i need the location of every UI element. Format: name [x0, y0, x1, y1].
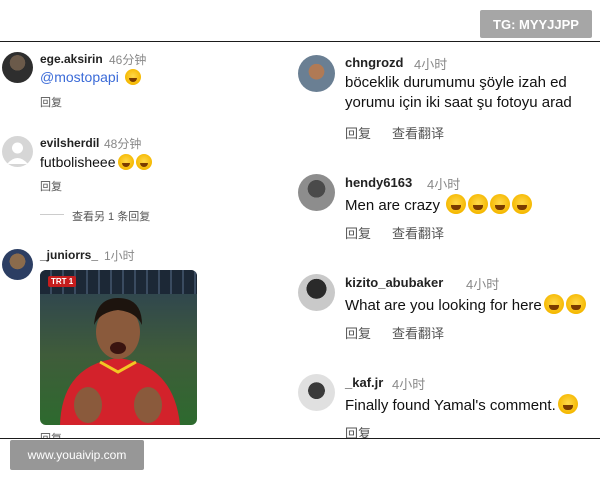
comment-item: ege.aksirin 46分钟 @mostopapi 回复 [0, 42, 290, 114]
comment-text: @mostopapi [40, 69, 141, 85]
translate-button[interactable]: 查看翻译 [392, 323, 444, 342]
comment-username[interactable]: _kaf.jr [345, 375, 383, 390]
laugh-emoji-icon [490, 194, 511, 214]
comment-item: evilsherdil 48分钟 futbolisheee 回复 查看另 1 条… [0, 130, 290, 230]
avatar[interactable] [2, 249, 33, 280]
laugh-emoji-icon [135, 154, 152, 170]
avatar[interactable] [298, 174, 335, 211]
comment-text: What are you looking for here [345, 294, 586, 314]
avatar[interactable] [298, 274, 335, 311]
laugh-emoji-icon [565, 294, 586, 314]
avatar[interactable] [2, 52, 33, 83]
reply-button[interactable]: 回复 [40, 94, 62, 110]
comment-username[interactable]: evilsherdil [40, 136, 99, 150]
watermark-top: TG: MYYJJPP [480, 10, 592, 38]
player-figure [60, 298, 180, 425]
watermark-bottom: www.youaivip.com [10, 440, 144, 470]
comment-image[interactable]: TRT 1 [40, 270, 197, 425]
view-more-replies-button[interactable]: 查看另 1 条回复 [72, 208, 150, 224]
comment-username[interactable]: chngrozd [345, 55, 404, 70]
default-avatar-icon[interactable] [2, 136, 33, 167]
comment-item: kizito_abubaker 4小时 What are you looking… [290, 272, 600, 342]
comment-item: chngrozd 4小时 böceklik durumumu şöyle iza… [290, 42, 600, 142]
reply-button[interactable]: 回复 [345, 223, 371, 242]
laugh-emoji-icon [543, 294, 564, 314]
translate-button[interactable]: 查看翻译 [392, 123, 444, 142]
comment-username[interactable]: ege.aksirin [40, 52, 103, 66]
comment-list-right: chngrozd 4小时 böceklik durumumu şöyle iza… [290, 42, 600, 438]
laugh-emoji-icon [512, 194, 533, 214]
comment-username[interactable]: _juniorrs_ [40, 248, 98, 262]
comment-time: 4小时 [392, 377, 426, 392]
comment-time: 4小时 [427, 177, 461, 192]
divider-bottom [0, 438, 600, 439]
laugh-emoji-icon [117, 154, 134, 170]
comment-text-continued: yorumu için iki saat şu fotoyu arad [345, 94, 572, 111]
comment-time: 46分钟 [109, 53, 147, 67]
reply-button[interactable]: 回复 [345, 323, 371, 342]
laugh-emoji-icon [468, 194, 489, 214]
avatar[interactable] [298, 55, 335, 92]
laugh-emoji-icon [124, 69, 141, 85]
view-more-divider [40, 214, 64, 215]
reply-button[interactable]: 回复 [40, 430, 62, 438]
comment-text: Men are crazy [345, 194, 533, 214]
comment-item: _kaf.jr 4小时 Finally found Yamal's commen… [290, 372, 600, 438]
translate-button[interactable]: 查看翻译 [392, 223, 444, 242]
reply-button[interactable]: 回复 [345, 423, 371, 438]
reply-button[interactable]: 回复 [345, 123, 371, 142]
laugh-emoji-icon [446, 194, 467, 214]
comment-time: 4小时 [466, 277, 500, 292]
comment-time: 1小时 [104, 249, 135, 263]
comment-list-left: ege.aksirin 46分钟 @mostopapi 回复 evilsherd… [0, 42, 290, 438]
comment-username[interactable]: hendy6163 [345, 175, 412, 190]
comment-text: böceklik durumumu şöyle izah ed [345, 74, 567, 91]
reply-button[interactable]: 回复 [40, 178, 62, 194]
comment-text: Finally found Yamal's comment. [345, 394, 578, 414]
comment-text: futbolisheee [40, 154, 152, 170]
laugh-emoji-icon [557, 394, 578, 414]
comment-time: 4小时 [414, 57, 448, 72]
comment-username[interactable]: kizito_abubaker [345, 275, 443, 290]
comment-time: 48分钟 [104, 137, 142, 151]
mention-link[interactable]: @mostopapi [40, 69, 119, 85]
comment-item: hendy6163 4小时 Men are crazy 回复 查看翻译 [290, 172, 600, 242]
avatar[interactable] [298, 374, 335, 411]
